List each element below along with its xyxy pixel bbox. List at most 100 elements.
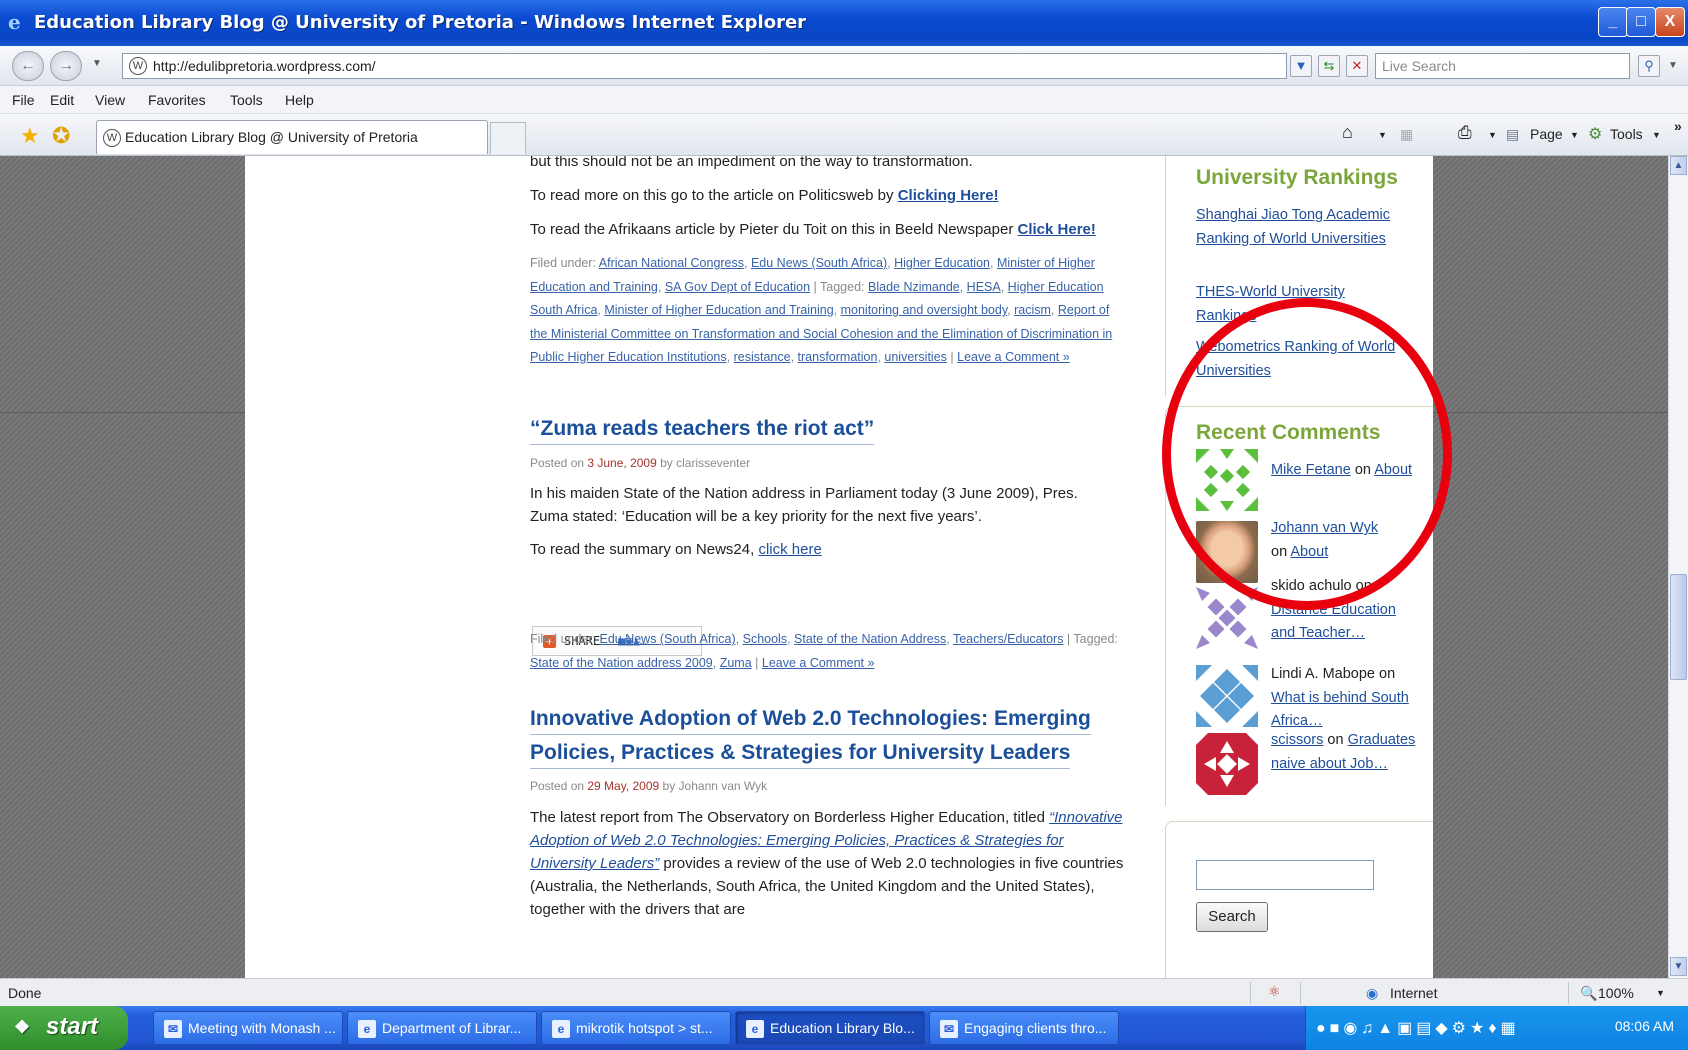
- print-dropdown-icon[interactable]: ▼: [1488, 130, 1497, 140]
- post-title[interactable]: “Zuma reads teachers the riot act”: [530, 414, 875, 445]
- post-date: 29 May, 2009: [587, 779, 660, 793]
- status-divider: [1300, 982, 1301, 1004]
- taskbar-item-label: Department of Librar...: [382, 1020, 522, 1036]
- window-title-bar[interactable]: e Education Library Blog @ University of…: [0, 0, 1688, 46]
- live-search-input[interactable]: Live Search: [1375, 53, 1630, 79]
- menu-tools[interactable]: Tools: [230, 92, 263, 108]
- zoom-level[interactable]: 100%: [1598, 985, 1634, 1001]
- category-link[interactable]: Schools: [743, 632, 787, 646]
- page-menu-button[interactable]: Page: [1530, 126, 1563, 142]
- tag-link[interactable]: transformation: [798, 350, 878, 364]
- filed-under-label: Filed under:: [530, 256, 599, 270]
- menu-favorites[interactable]: Favorites: [148, 92, 206, 108]
- taskbar-item[interactable]: ✉ Engaging clients thro...: [929, 1011, 1119, 1045]
- leave-comment-link[interactable]: Leave a Comment »: [957, 350, 1070, 364]
- tag-link[interactable]: monitoring and oversight body: [841, 303, 1008, 317]
- search-options-icon[interactable]: ▼: [1668, 60, 1678, 71]
- tag-link[interactable]: HESA: [967, 280, 1001, 294]
- comment-author-link[interactable]: scissors: [1271, 732, 1323, 748]
- tag-link[interactable]: universities: [884, 350, 947, 364]
- post-author: by clarisseventer: [656, 456, 751, 470]
- news24-link[interactable]: click here: [758, 541, 821, 558]
- tab-education-library-blog[interactable]: W Education Library Blog @ University of…: [96, 120, 488, 154]
- category-link[interactable]: Higher Education: [894, 256, 990, 270]
- status-divider: [1250, 982, 1251, 1004]
- scroll-thumb[interactable]: [1670, 574, 1687, 680]
- right-background-divider: [1433, 412, 1668, 413]
- category-link[interactable]: State of the Nation Address: [794, 632, 946, 646]
- recent-pages-dropdown-icon[interactable]: ▼: [92, 58, 102, 69]
- scroll-up-icon[interactable]: ▲: [1670, 156, 1687, 175]
- post-text-span: The latest report from The Observatory o…: [530, 809, 1050, 826]
- politicsweb-link[interactable]: Clicking Here!: [898, 187, 999, 204]
- category-link[interactable]: Edu News (South Africa): [751, 256, 887, 270]
- comment-post-link[interactable]: What is behind South Africa…: [1271, 690, 1409, 730]
- forward-button[interactable]: →: [50, 51, 82, 81]
- post-body: In his maiden State of the Nation addres…: [530, 485, 1078, 525]
- post-meta-filed: Filed under: African National Congress, …: [530, 256, 1113, 364]
- shanghai-ranking-link[interactable]: Shanghai Jiao Tong Academic Ranking of W…: [1196, 204, 1416, 251]
- stop-icon[interactable]: ✕: [1346, 55, 1368, 77]
- page-dropdown-icon[interactable]: ▼: [1570, 130, 1579, 140]
- blog-search-input[interactable]: [1196, 860, 1374, 890]
- category-link[interactable]: SA Gov Dept of Education: [665, 280, 810, 294]
- system-tray: ●■◉♫▲▣▤◆⚙★♦▦ 08:06 AM: [1305, 1006, 1688, 1050]
- chevron-more-icon[interactable]: »: [1674, 118, 1682, 134]
- menu-help[interactable]: Help: [285, 92, 314, 108]
- feeds-icon[interactable]: ▦: [1400, 126, 1413, 143]
- ie-icon: e: [746, 1020, 764, 1038]
- maximize-button[interactable]: □: [1626, 7, 1656, 37]
- back-button[interactable]: ←: [12, 51, 44, 81]
- tag-link[interactable]: State of the Nation address 2009: [530, 656, 713, 670]
- home-dropdown-icon[interactable]: ▼: [1378, 130, 1387, 140]
- refresh-icon[interactable]: ⇆: [1318, 55, 1340, 77]
- widget-title: University Rankings: [1196, 166, 1398, 189]
- tab-label: Education Library Blog @ University of P…: [125, 129, 418, 145]
- tools-gear-icon: ⚙: [1588, 126, 1603, 143]
- tagged-label: | Tagged:: [810, 279, 868, 294]
- scroll-down-icon[interactable]: ▼: [1670, 957, 1687, 976]
- tools-dropdown-icon[interactable]: ▼: [1652, 130, 1661, 140]
- home-icon[interactable]: ⌂: [1342, 122, 1353, 143]
- beeld-link[interactable]: Click Here!: [1018, 221, 1096, 238]
- start-button[interactable]: ❖ start: [0, 1006, 128, 1050]
- address-dropdown-icon[interactable]: ▼: [1290, 55, 1312, 77]
- windows-flag-icon: ❖: [14, 1017, 31, 1037]
- tools-menu-button[interactable]: Tools: [1610, 126, 1643, 142]
- taskbar-item[interactable]: e mikrotik hotspot > st...: [541, 1011, 731, 1045]
- tag-link[interactable]: Zuma: [720, 656, 752, 670]
- tag-link[interactable]: resistance: [734, 350, 791, 364]
- menu-edit[interactable]: Edit: [50, 92, 74, 108]
- close-button[interactable]: X: [1655, 7, 1685, 37]
- wordpress-favicon-icon: W: [103, 129, 121, 147]
- zoom-dropdown-icon[interactable]: ▼: [1656, 988, 1665, 998]
- menu-view[interactable]: View: [95, 92, 125, 108]
- taskbar-item[interactable]: ✉ Meeting with Monash ...: [153, 1011, 343, 1045]
- minimize-button[interactable]: _: [1598, 7, 1628, 37]
- print-icon[interactable]: ⎙: [1458, 123, 1472, 143]
- new-tab-button[interactable]: [490, 122, 526, 154]
- taskbar-item[interactable]: e Department of Librar...: [347, 1011, 537, 1045]
- clock: 08:06 AM: [1614, 1018, 1674, 1034]
- post-title-line1[interactable]: Innovative Adoption of Web 2.0 Technolog…: [530, 704, 1091, 735]
- category-link[interactable]: Teachers/Educators: [953, 632, 1063, 646]
- add-favorite-icon[interactable]: ✪: [52, 123, 70, 149]
- tray-icons[interactable]: ●■◉♫▲▣▤◆⚙★♦▦: [1316, 1018, 1520, 1038]
- category-link[interactable]: African National Congress: [599, 256, 744, 270]
- address-input[interactable]: W http://edulibpretoria.wordpress.com/: [122, 53, 1287, 79]
- left-background: [0, 156, 245, 978]
- comment-on: on: [1375, 666, 1396, 682]
- category-link[interactable]: Edu News (South Africa): [599, 632, 735, 646]
- menu-file[interactable]: File: [12, 92, 35, 108]
- tag-link[interactable]: Blade Nzimande: [868, 280, 960, 294]
- post-date: 3 June, 2009: [587, 456, 657, 470]
- search-icon[interactable]: ⚲: [1638, 55, 1660, 77]
- post-title-line2[interactable]: Policies, Practices & Strategies for Uni…: [530, 738, 1071, 769]
- vertical-scrollbar[interactable]: ▲ ▼: [1668, 156, 1688, 978]
- leave-comment-link[interactable]: Leave a Comment »: [762, 656, 875, 670]
- favorites-center-icon[interactable]: ★: [20, 123, 40, 149]
- tag-link[interactable]: Minister of Higher Education and Trainin…: [604, 303, 833, 317]
- tag-link[interactable]: racism: [1014, 303, 1051, 317]
- taskbar-item-active[interactable]: e Education Library Blo...: [735, 1011, 925, 1045]
- search-button[interactable]: Search: [1196, 902, 1268, 932]
